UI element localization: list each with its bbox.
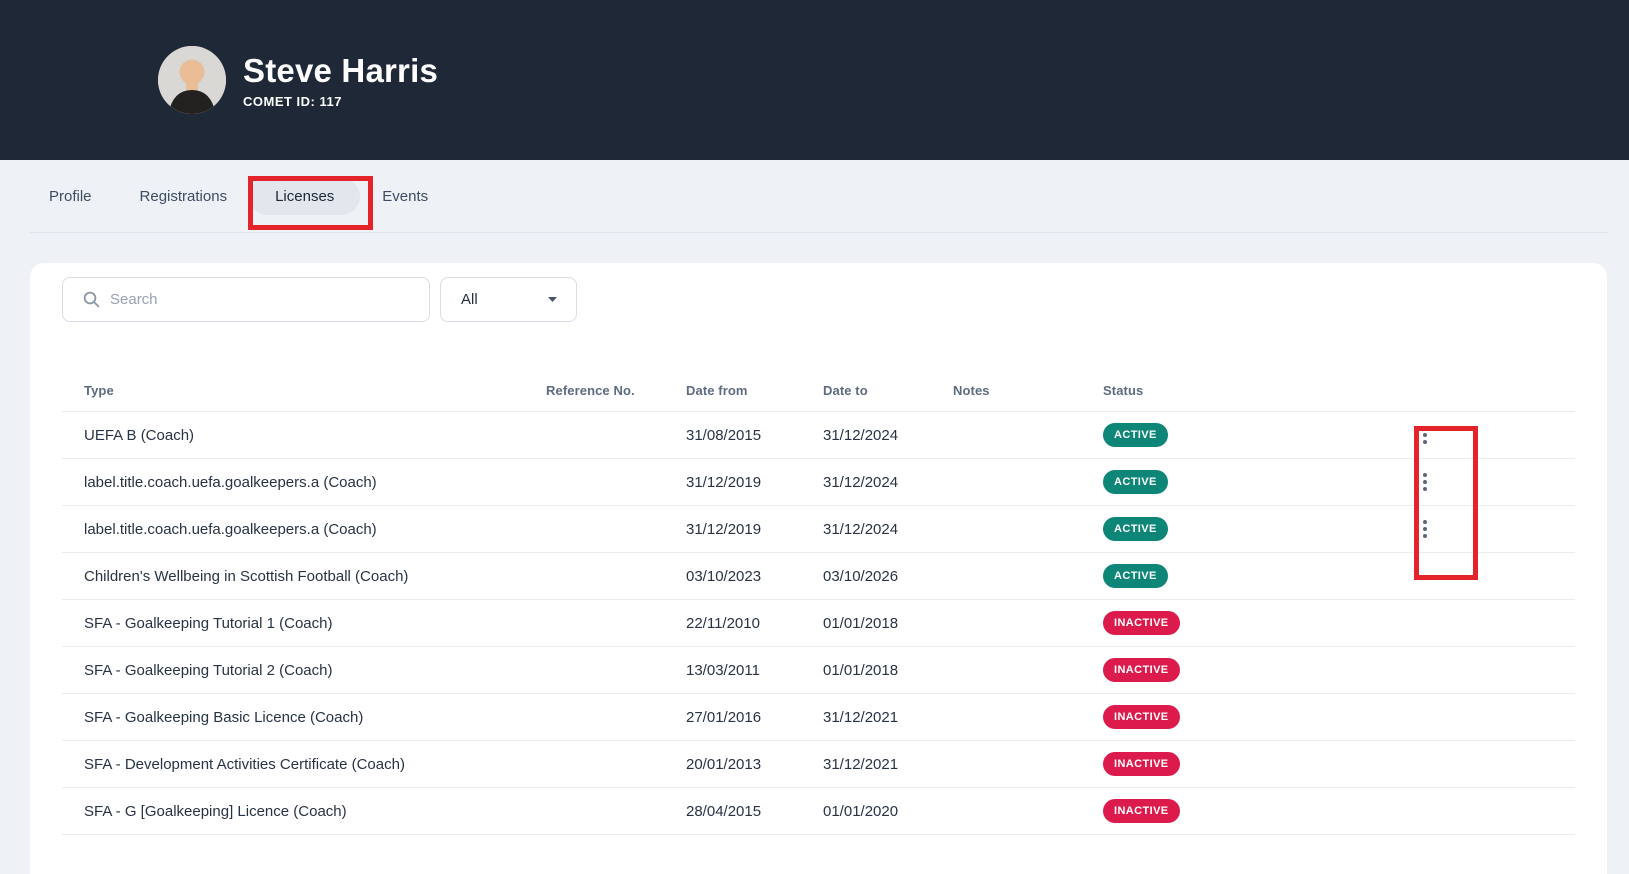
- tab-licenses[interactable]: Licenses: [249, 178, 360, 215]
- tab-profile[interactable]: Profile: [49, 178, 92, 215]
- table-row: Children's Wellbeing in Scottish Footbal…: [62, 553, 1575, 600]
- column-header-status: Status: [1103, 383, 1420, 398]
- table-row: label.title.coach.uefa.goalkeepers.a (Co…: [62, 506, 1575, 553]
- status-badge: INACTIVE: [1103, 799, 1180, 823]
- tab-registrations[interactable]: Registrations: [140, 178, 228, 215]
- table-row: SFA - Development Activities Certificate…: [62, 741, 1575, 788]
- profile-header: Steve Harris COMET ID: 117: [0, 0, 1629, 160]
- license-date-from: 28/04/2015: [686, 803, 823, 820]
- license-type: SFA - Goalkeeping Tutorial 2 (Coach): [62, 662, 546, 679]
- license-type: SFA - Development Activities Certificate…: [62, 756, 546, 773]
- table-row: label.title.coach.uefa.goalkeepers.a (Co…: [62, 459, 1575, 506]
- status-badge: INACTIVE: [1103, 611, 1180, 635]
- column-header-date-from: Date from: [686, 383, 823, 398]
- tab-events[interactable]: Events: [382, 178, 428, 215]
- status-filter-dropdown[interactable]: All: [440, 277, 577, 322]
- status-badge: ACTIVE: [1103, 470, 1168, 494]
- table-header-row: Type Reference No. Date from Date to Not…: [62, 340, 1575, 412]
- license-type: Children's Wellbeing in Scottish Footbal…: [62, 568, 546, 585]
- row-actions-cell: [1420, 420, 1575, 450]
- licenses-panel: All Type Reference No. Date from Date to…: [30, 263, 1607, 874]
- license-date-to: 01/01/2020: [823, 803, 953, 820]
- license-type: label.title.coach.uefa.goalkeepers.a (Co…: [62, 474, 546, 491]
- license-date-from: 22/11/2010: [686, 615, 823, 632]
- license-type: SFA - Goalkeeping Tutorial 1 (Coach): [62, 615, 546, 632]
- license-status-cell: ACTIVE: [1103, 423, 1420, 447]
- avatar-photo: [158, 46, 226, 114]
- status-badge: ACTIVE: [1103, 564, 1168, 588]
- license-status-cell: INACTIVE: [1103, 799, 1420, 823]
- license-type: SFA - Goalkeeping Basic Licence (Coach): [62, 709, 546, 726]
- status-badge: INACTIVE: [1103, 752, 1180, 776]
- license-date-from: 31/12/2019: [686, 521, 823, 538]
- license-date-to: 31/12/2021: [823, 709, 953, 726]
- license-status-cell: ACTIVE: [1103, 517, 1420, 541]
- tab-bar: Profile Registrations Licenses Events: [0, 160, 1629, 232]
- table-toolbar: All: [62, 277, 1575, 322]
- license-date-from: 31/12/2019: [686, 474, 823, 491]
- license-date-to: 31/12/2021: [823, 756, 953, 773]
- table-row: SFA - G [Goalkeeping] Licence (Coach) 28/…: [62, 788, 1575, 835]
- license-status-cell: ACTIVE: [1103, 564, 1420, 588]
- tabs-divider: [30, 232, 1608, 233]
- license-status-cell: INACTIVE: [1103, 705, 1420, 729]
- status-badge: ACTIVE: [1103, 423, 1168, 447]
- license-status-cell: INACTIVE: [1103, 658, 1420, 682]
- license-date-to: 31/12/2024: [823, 427, 953, 444]
- table-row: UEFA B (Coach) 31/08/201531/12/2024 ACTIVE: [62, 412, 1575, 459]
- column-header-date-to: Date to: [823, 383, 953, 398]
- kebab-menu-icon[interactable]: [1420, 514, 1436, 544]
- status-badge: ACTIVE: [1103, 517, 1168, 541]
- chevron-down-icon: [547, 296, 558, 303]
- table-row: SFA - Goalkeeping Tutorial 2 (Coach) 13/0…: [62, 647, 1575, 694]
- license-status-cell: INACTIVE: [1103, 752, 1420, 776]
- comet-id-label: COMET ID: 117: [243, 94, 438, 109]
- license-type: label.title.coach.uefa.goalkeepers.a (Co…: [62, 521, 546, 538]
- search-box[interactable]: [62, 277, 430, 322]
- license-date-to: 31/12/2024: [823, 474, 953, 491]
- avatar: [158, 46, 226, 114]
- table-body: UEFA B (Coach)31/08/201531/12/2024ACTIVE…: [62, 412, 1575, 835]
- column-header-notes: Notes: [953, 383, 1103, 398]
- search-input[interactable]: [110, 291, 415, 308]
- license-status-cell: ACTIVE: [1103, 470, 1420, 494]
- license-date-to: 01/01/2018: [823, 662, 953, 679]
- search-icon: [83, 291, 100, 308]
- row-actions-cell: [1420, 467, 1575, 497]
- status-badge: INACTIVE: [1103, 705, 1180, 729]
- license-date-from: 20/01/2013: [686, 756, 823, 773]
- kebab-menu-icon[interactable]: [1420, 467, 1436, 497]
- column-header-type: Type: [62, 383, 546, 398]
- column-header-reference: Reference No.: [546, 383, 686, 398]
- license-date-to: 03/10/2026: [823, 568, 953, 585]
- table-row: SFA - Goalkeeping Basic Licence (Coach) 2…: [62, 694, 1575, 741]
- license-date-from: 03/10/2023: [686, 568, 823, 585]
- page-title: Steve Harris: [243, 51, 438, 91]
- license-date-to: 31/12/2024: [823, 521, 953, 538]
- row-actions-cell: [1420, 514, 1575, 544]
- table-row: SFA - Goalkeeping Tutorial 1 (Coach) 22/1…: [62, 600, 1575, 647]
- license-type: UEFA B (Coach): [62, 427, 546, 444]
- kebab-menu-icon[interactable]: [1420, 420, 1436, 450]
- license-status-cell: INACTIVE: [1103, 611, 1420, 635]
- license-date-from: 31/08/2015: [686, 427, 823, 444]
- filter-selected-value: All: [461, 291, 478, 308]
- license-date-from: 27/01/2016: [686, 709, 823, 726]
- license-date-from: 13/03/2011: [686, 662, 823, 679]
- license-date-to: 01/01/2018: [823, 615, 953, 632]
- license-type: SFA - G [Goalkeeping] Licence (Coach): [62, 803, 546, 820]
- status-badge: INACTIVE: [1103, 658, 1180, 682]
